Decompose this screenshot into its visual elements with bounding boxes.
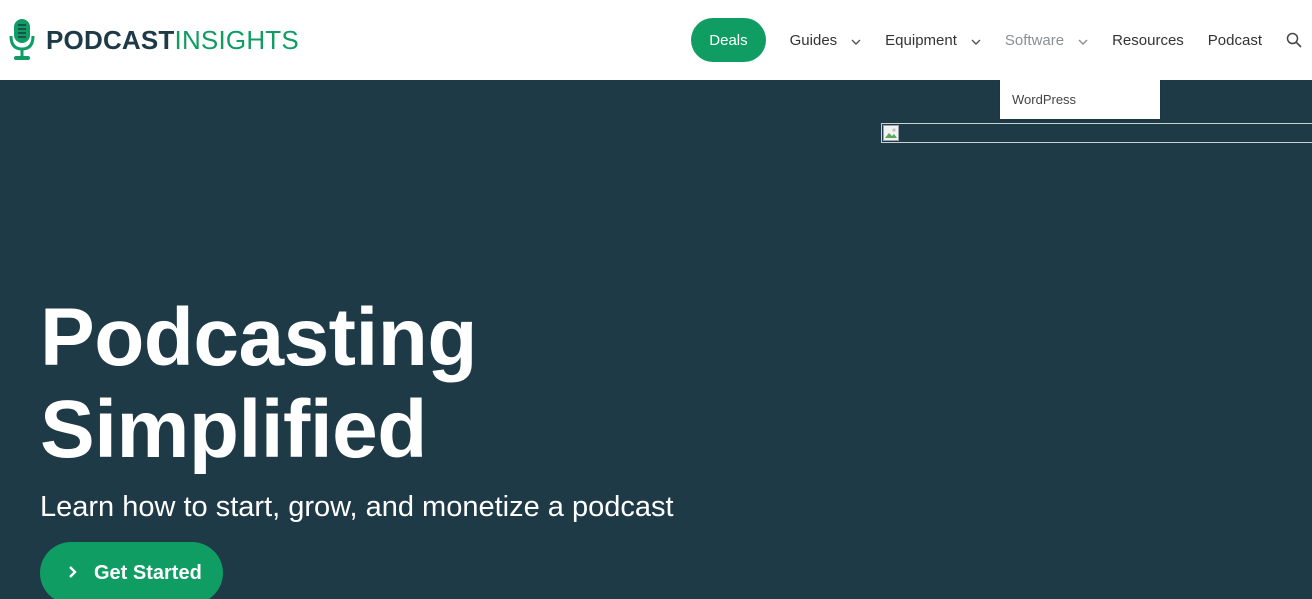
chevron-down-icon bbox=[971, 32, 981, 49]
broken-image-icon bbox=[883, 125, 899, 146]
chevron-down-icon bbox=[851, 32, 861, 49]
get-started-label: Get Started bbox=[94, 561, 202, 584]
nav-item-software[interactable]: Software bbox=[1005, 32, 1088, 49]
logo-text-light: INSIGHTS bbox=[174, 25, 299, 55]
nav-item-guides[interactable]: Guides bbox=[790, 32, 862, 49]
search-icon[interactable] bbox=[1286, 32, 1302, 48]
hero-title-line2: Simplified bbox=[40, 384, 427, 475]
dropdown-item-wordpress[interactable]: WordPress bbox=[1012, 92, 1076, 107]
hero-title-line1: Podcasting bbox=[40, 292, 477, 383]
hero-image bbox=[881, 123, 1312, 143]
site-logo[interactable]: PODCASTINSIGHTS bbox=[8, 18, 299, 62]
site-header: PODCASTINSIGHTS Deals Guides Equipment S… bbox=[0, 0, 1312, 80]
logo-text-bold: PODCAST bbox=[46, 25, 175, 55]
nav-item-label: Resources bbox=[1112, 31, 1184, 49]
chevron-right-icon bbox=[68, 562, 78, 585]
logo-wordmark: PODCASTINSIGHTS bbox=[46, 27, 299, 53]
nav-item-label: Equipment bbox=[885, 31, 957, 49]
get-started-button[interactable]: Get Started bbox=[40, 542, 223, 599]
hero-title: Podcasting Simplified bbox=[40, 292, 477, 476]
deals-button[interactable]: Deals bbox=[691, 18, 766, 62]
nav-item-resources[interactable]: Resources bbox=[1112, 32, 1184, 49]
nav-item-label: Guides bbox=[789, 31, 838, 49]
nav-item-podcast[interactable]: Podcast bbox=[1208, 32, 1262, 49]
chevron-down-icon bbox=[1078, 32, 1088, 49]
microphone-icon bbox=[8, 18, 36, 62]
nav-item-equipment[interactable]: Equipment bbox=[885, 32, 981, 49]
software-dropdown-menu: WordPress bbox=[1000, 80, 1160, 119]
hero-subtitle: Learn how to start, grow, and monetize a… bbox=[40, 491, 674, 523]
nav-item-label: Podcast bbox=[1207, 31, 1262, 49]
main-nav: Deals Guides Equipment Software Resource… bbox=[691, 18, 1302, 62]
nav-item-label: Software bbox=[1004, 31, 1065, 49]
